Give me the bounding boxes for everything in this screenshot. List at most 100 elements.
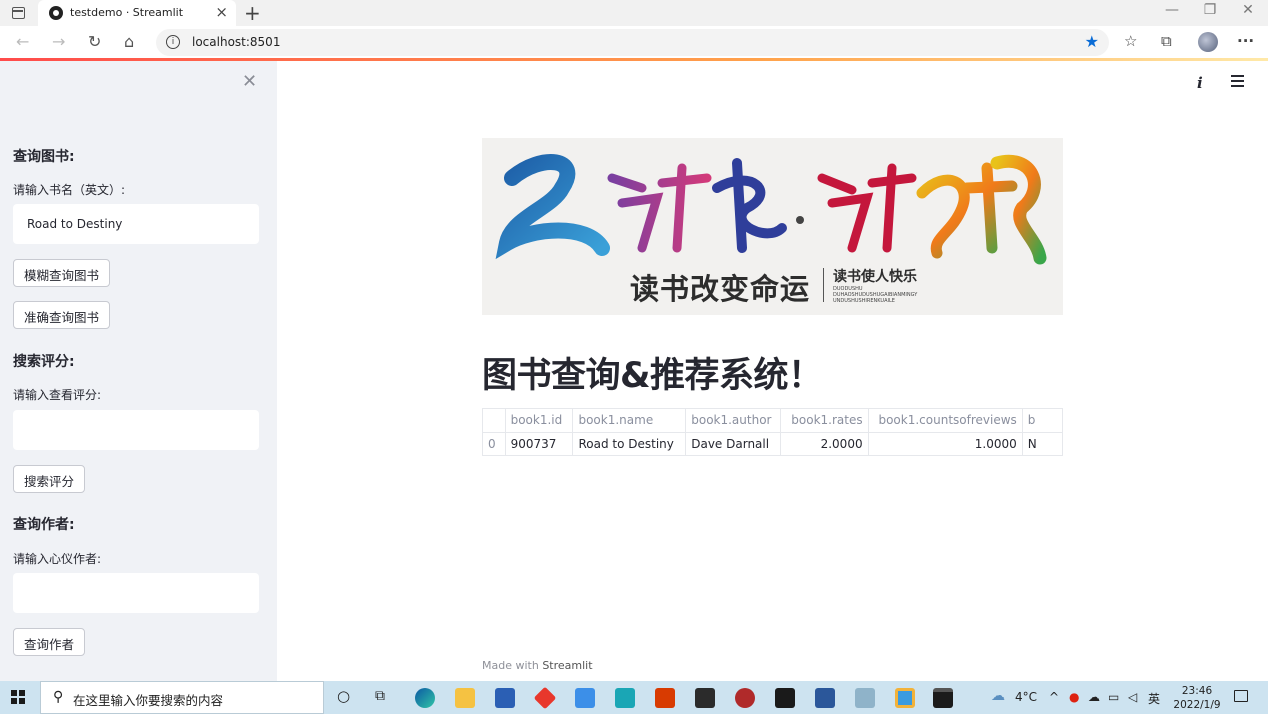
banner-image: 读书改变命运 读书使人快乐 DUODUSHU DUHAOSHUDUSHUGAIB… (482, 138, 1063, 315)
profile-avatar[interactable] (1198, 32, 1218, 52)
clock-time: 23:46 (1181, 685, 1213, 697)
editor-app-icon[interactable] (895, 688, 915, 708)
rating-input[interactable] (13, 410, 259, 450)
cortana-icon[interactable]: ○ (337, 687, 350, 705)
banner-main-text: 读书改变命运 (630, 272, 811, 306)
minimize-icon[interactable]: — (1164, 2, 1180, 18)
edge-app-icon[interactable] (415, 688, 435, 708)
pen-app-icon[interactable] (855, 688, 875, 708)
tray-overflow-icon[interactable]: ^ (1049, 690, 1059, 704)
column-header-counts[interactable]: book1.countsofreviews (868, 409, 1023, 433)
author-label: 请输入心仪作者: (13, 552, 102, 566)
banner-sub-text: 读书使人快乐 (833, 269, 917, 285)
taskbar-search-placeholder: 在这里输入你要搜索的内容 (73, 693, 224, 708)
column-header-truncated[interactable]: b (1022, 409, 1063, 433)
banner-divider (823, 268, 824, 302)
hamburger-menu-icon[interactable] (1231, 75, 1244, 87)
section-heading-book-search: 查询图书: (13, 149, 75, 165)
browser-tabbar: testdemo · Streamlit × + — ❐ ✕ (0, 0, 1268, 26)
office-app-icon[interactable] (655, 688, 675, 708)
browser-tab[interactable]: testdemo · Streamlit × (38, 0, 236, 26)
fuzzy-search-button[interactable]: 模糊查询图书 (13, 259, 111, 287)
search-icon: ⚲ (53, 689, 64, 705)
clock-date: 2022/1/9 (1173, 699, 1221, 711)
cell-name[interactable]: Road to Destiny (572, 432, 687, 455)
column-header-rates[interactable]: book1.rates (780, 409, 869, 433)
writer-app-icon[interactable] (775, 688, 795, 708)
results-dataframe[interactable]: book1.id book1.name book1.author book1.r… (482, 408, 1063, 456)
search-rating-button[interactable]: 搜索评分 (13, 465, 86, 493)
column-header-name[interactable]: book1.name (572, 409, 687, 433)
table-row: 0 900737 Road to Destiny Dave Darnall 2.… (483, 432, 1063, 455)
tab-actions-icon[interactable] (12, 7, 25, 19)
section-heading-author: 查询作者: (13, 517, 75, 533)
footer-prefix: Made with (482, 659, 539, 672)
home-icon[interactable]: ⌂ (124, 32, 134, 51)
info-icon[interactable]: i (1197, 74, 1203, 92)
terminal-app-icon[interactable] (933, 688, 953, 708)
volume-icon[interactable]: ◁ (1128, 690, 1137, 704)
book-name-label: 请输入书名（英文）: (13, 183, 126, 197)
blue-app-icon[interactable] (575, 688, 595, 708)
banner-pinyin-text: DUODUSHU DUHAOSHUDUSHUGAIBIANMINGY UNDUS… (833, 286, 918, 304)
store-app-icon[interactable] (495, 688, 515, 708)
window-controls: — ❐ ✕ (1164, 2, 1256, 18)
weather-temp[interactable]: 4°C (1015, 690, 1037, 704)
reload-icon[interactable]: ↻ (88, 32, 101, 51)
cell-counts[interactable]: 1.0000 (868, 432, 1023, 455)
book-name-input[interactable]: Road to Destiny (13, 204, 259, 244)
notes-app-icon[interactable] (695, 688, 715, 708)
collections-icon[interactable]: ⧉ (1161, 32, 1172, 50)
cell-id[interactable]: 900737 (505, 432, 574, 455)
sidebar: ✕ 查询图书: 请输入书名（英文）: Road to Destiny 模糊查询图… (0, 61, 277, 681)
tab-title: testdemo · Streamlit (70, 6, 184, 19)
teal-app-icon[interactable] (615, 688, 635, 708)
close-sidebar-icon[interactable]: ✕ (242, 71, 257, 92)
qq-tray-icon[interactable]: ● (1069, 690, 1079, 704)
close-window-icon[interactable]: ✕ (1240, 2, 1256, 18)
section-heading-rating: 搜索评分: (13, 354, 75, 370)
back-icon[interactable]: ← (16, 32, 29, 51)
ime-indicator[interactable]: 英 (1148, 690, 1160, 707)
footer: Made with Streamlit (482, 659, 593, 672)
rating-label: 请输入查看评分: (13, 388, 102, 402)
calligraphy-art (495, 154, 1047, 265)
streamlit-favicon-icon (49, 6, 63, 20)
windows-start-icon[interactable] (11, 690, 25, 704)
column-header-author[interactable]: book1.author (685, 409, 782, 433)
browser-toolbar: ← → ↻ ⌂ i localhost:8501 ★ ☆ ⧉ ··· (0, 26, 1268, 59)
close-tab-icon[interactable]: × (215, 3, 228, 21)
restore-icon[interactable]: ❐ (1202, 2, 1218, 18)
streamlit-link[interactable]: Streamlit (542, 659, 592, 672)
search-author-button[interactable]: 查询作者 (13, 628, 86, 656)
cell-author[interactable]: Dave Darnall (685, 432, 782, 455)
red-app-icon[interactable] (533, 686, 557, 710)
cell-truncated[interactable]: N (1022, 432, 1063, 455)
taskbar-clock[interactable]: 23:46 2022/1/9 (1172, 684, 1222, 712)
word-app-icon[interactable] (815, 688, 835, 708)
favorites-icon[interactable]: ☆ (1124, 32, 1137, 50)
forward-icon[interactable]: → (52, 32, 65, 51)
address-bar[interactable]: i localhost:8501 ★ (156, 29, 1109, 56)
taskbar-search-box[interactable]: ⚲ 在这里输入你要搜索的内容 (40, 681, 324, 714)
more-menu-icon[interactable]: ··· (1237, 32, 1254, 50)
onedrive-icon[interactable]: ☁ (1088, 690, 1100, 704)
file-explorer-icon[interactable] (455, 688, 475, 708)
column-header-index (483, 409, 506, 433)
new-tab-icon[interactable]: + (244, 1, 261, 25)
site-info-icon[interactable]: i (166, 35, 180, 49)
cell-rates[interactable]: 2.0000 (780, 432, 869, 455)
battery-icon[interactable]: ▭ (1108, 690, 1119, 704)
exact-search-button[interactable]: 准确查询图书 (13, 301, 111, 329)
weather-icon[interactable]: ☁ (991, 688, 1005, 704)
dataframe-header: book1.id book1.name book1.author book1.r… (483, 409, 1063, 433)
author-input[interactable] (13, 573, 259, 613)
tool-app-icon[interactable] (735, 688, 755, 708)
url-text: localhost:8501 (192, 35, 281, 49)
page-title: 图书查询&推荐系统！ (482, 356, 823, 396)
column-header-id[interactable]: book1.id (505, 409, 574, 433)
windows-taskbar: ⚲ 在这里输入你要搜索的内容 ○ ⧉ ☁ 4°C ^ ● ☁ ▭ ◁ 英 23:… (0, 681, 1268, 714)
task-view-icon[interactable]: ⧉ (375, 688, 385, 704)
favorite-star-icon[interactable]: ★ (1085, 32, 1099, 51)
notification-center-icon[interactable] (1234, 690, 1248, 702)
